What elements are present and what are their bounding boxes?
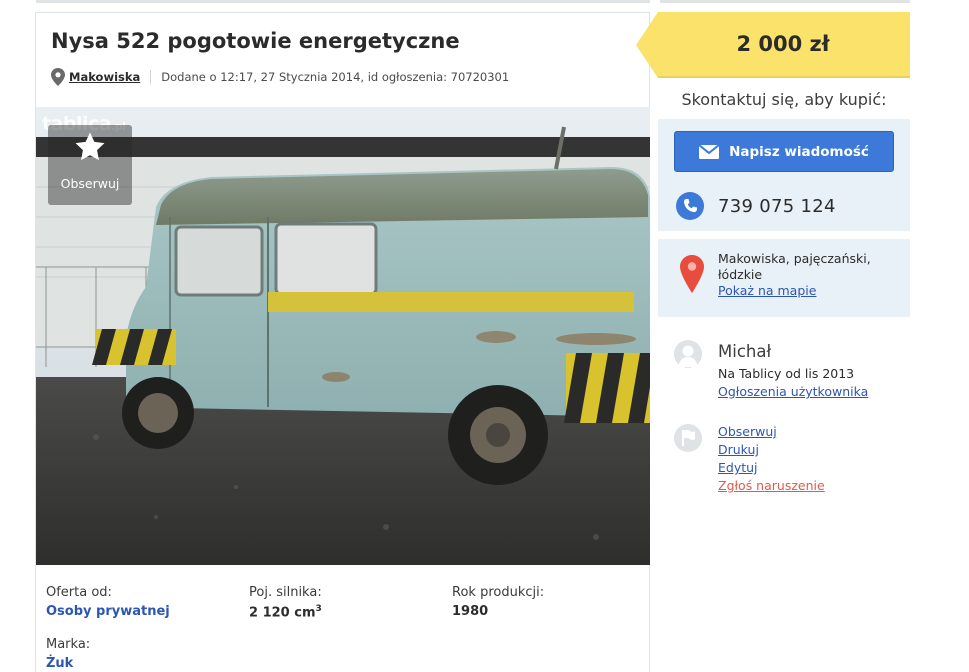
flag-icon [674,424,702,452]
detail-value-link[interactable]: Żuk [46,656,90,671]
contact-heading: Skontaktuj się, aby kupić: [681,90,887,109]
detail-value-link[interactable]: Osoby prywatnej [46,604,170,619]
phone-row[interactable]: 739 075 124 [676,192,836,220]
detail-label: Poj. silnika: [249,585,322,600]
map-marker-icon [680,255,704,293]
top-strip [0,0,969,6]
seller-since: Na Tablicy od lis 2013 [718,366,855,381]
edit-link[interactable]: Edytuj [718,460,758,475]
detail-value: 2 120 cm3 [249,604,322,621]
detail-label: Oferta od: [46,585,112,600]
detail-label: Marka: [46,637,91,652]
send-message-button[interactable]: Napisz wiadomość [674,131,894,172]
contact-panel: Napisz wiadomość 739 075 124 [658,119,910,231]
report-link[interactable]: Zgłoś naruszenie [718,478,825,493]
address-line-2: łódzkie [718,267,763,282]
price-tag: 2 000 zł [636,12,910,79]
listing-location-link[interactable]: Makowiska [69,70,140,84]
print-link[interactable]: Drukuj [718,442,759,457]
meta-separator [150,70,152,84]
top-divider [36,0,650,3]
detail-value: 1980 [452,604,489,619]
user-avatar-icon [674,340,702,368]
location-panel: Makowiska, pajęczański, łódzkie Pokaż na… [658,239,910,317]
listing-title: Nysa 522 pogotowie energetyczne [51,29,460,53]
photo-observe-button[interactable]: Obserwuj [48,125,132,205]
send-message-label: Napisz wiadomość [729,143,869,160]
listing-added-date: Dodane o 12:17, 27 Stycznia 2014, id ogł… [161,70,510,84]
detail-label: Rok produkcji: [452,585,545,600]
detail-engine: Poj. silnika: 2 120 cm3 [249,585,322,620]
location-address: Makowiska, pajęczański, łódzkie Pokaż na… [718,251,871,299]
detail-offer-from: Oferta od: Osoby prywatnej [46,585,170,619]
phone-icon [676,192,704,220]
phone-number: 739 075 124 [718,195,836,217]
observe-link[interactable]: Obserwuj [718,424,777,439]
observe-label: Obserwuj [60,176,120,191]
listing-card: Nysa 522 pogotowie energetyczne Makowisk… [35,12,650,672]
envelope-icon [699,144,720,159]
show-on-map-link[interactable]: Pokaż na mapie [718,283,871,299]
map-pin-icon [51,68,65,86]
seller-ads-link[interactable]: Ogłoszenia użytkownika [718,384,868,399]
seller-name: Michał [718,342,772,361]
detail-year: Rok produkcji: 1980 [452,585,544,619]
price-value: 2 000 zł [736,32,830,56]
address-line-1: Makowiska, pajęczański, [718,251,871,266]
top-divider-right [660,0,910,3]
listing-photo[interactable]: tablica.pl Obserwuj [36,107,650,565]
listing-meta: Makowiska Dodane o 12:17, 27 Stycznia 20… [51,68,509,86]
star-icon [75,132,105,161]
